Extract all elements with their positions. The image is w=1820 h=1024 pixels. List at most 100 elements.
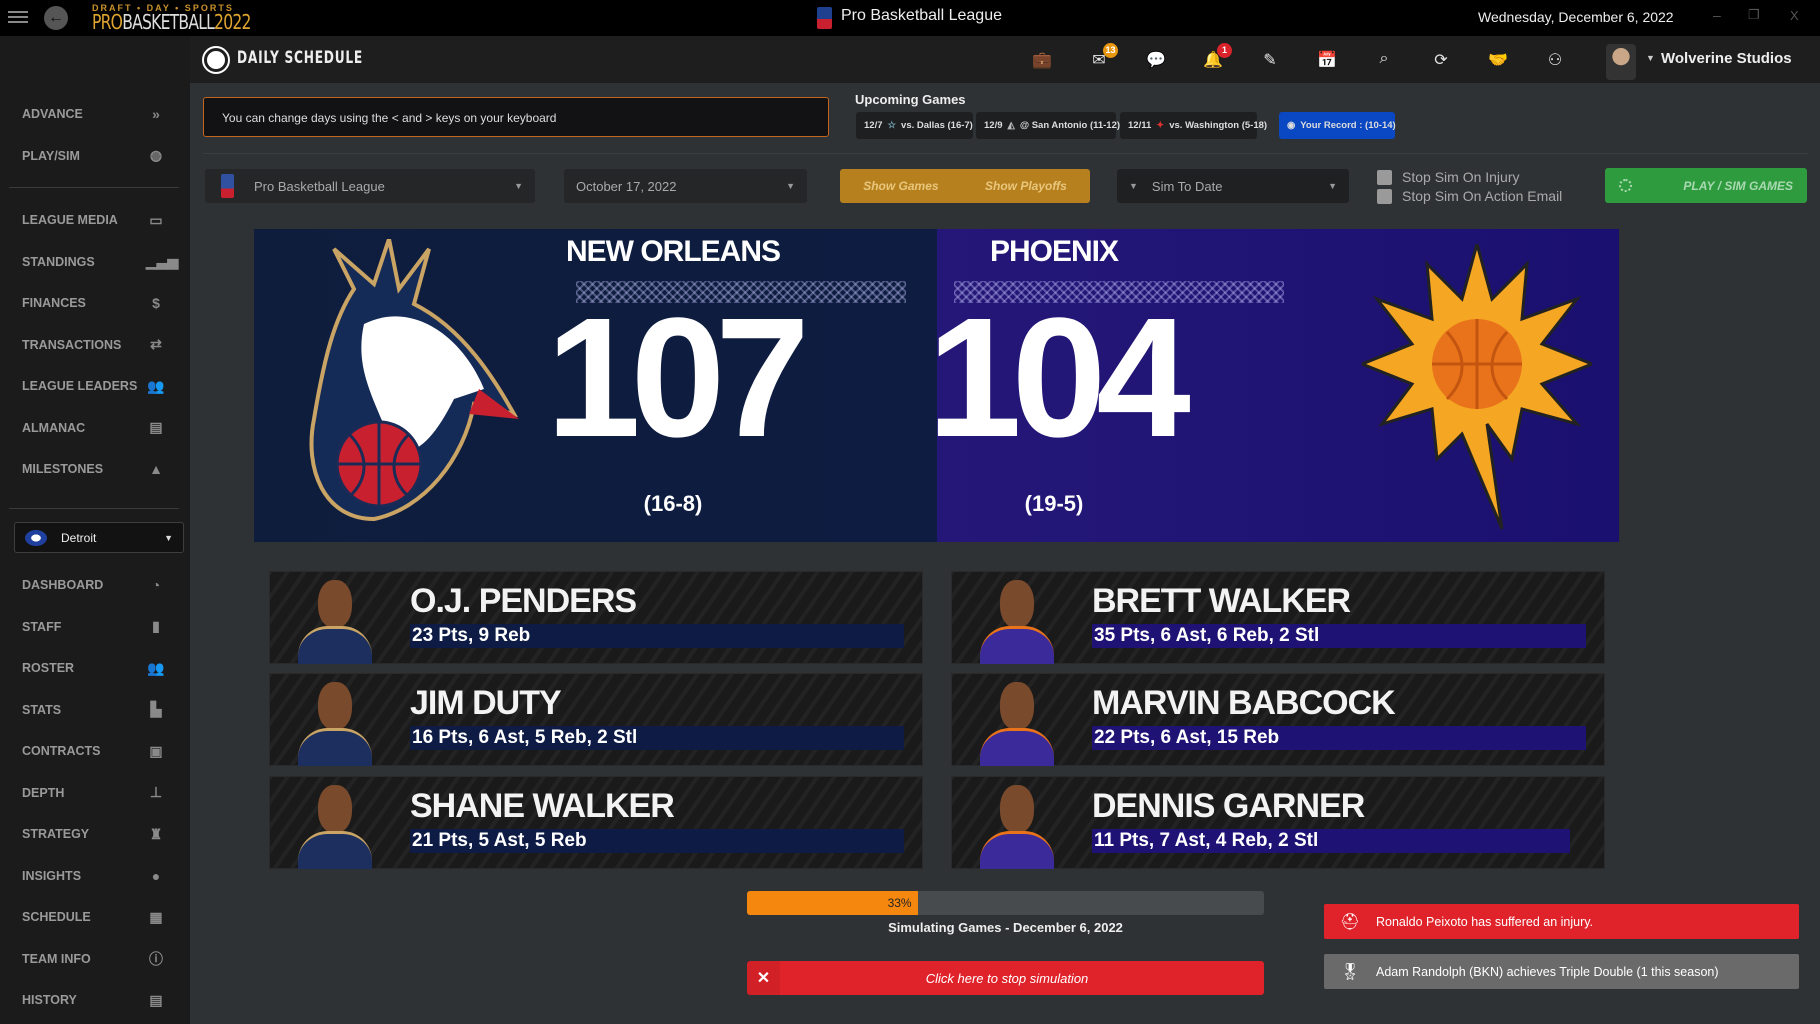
close-button[interactable]: X [1790,8,1799,23]
away-player-card[interactable]: DENNIS GARNER 11 Pts, 7 Ast, 4 Reb, 2 Stl [951,776,1605,869]
sidebar-item-transactions[interactable]: TRANSACTIONS ⇄ [0,325,190,365]
user-name[interactable]: Wolverine Studios [1661,50,1792,67]
sidebar-item-league-leaders[interactable]: LEAGUE LEADERS 👥 [0,366,190,406]
notifications-button[interactable]: 🔔 1 [1202,43,1232,72]
sidebar-item-schedule[interactable]: SCHEDULE ▦ [0,897,190,937]
window-title: Pro Basketball League [841,7,1002,24]
sidebar-item-standings[interactable]: STANDINGS ▁▃▅ [0,242,190,282]
washington-logo-icon: ✦ [1156,120,1165,131]
sidebar-item-icon: ▦ [149,908,163,925]
stop-on-injury-option[interactable]: Stop Sim On Injury [1377,169,1520,185]
sidebar-item-icon: ▣ [149,742,163,759]
sidebar-item-insights[interactable]: INSIGHTS ● [0,856,190,896]
chevron-down-icon: ▼ [786,181,795,191]
game-opponent: vs. Washington (5-18) [1169,120,1268,131]
stop-simulation-button[interactable]: ✕ Click here to stop simulation [747,961,1264,995]
edit-icon[interactable]: ✎ [1259,50,1281,72]
sidebar-item-team-info[interactable]: TEAM INFO ⓘ [0,939,190,979]
calendar-check-icon[interactable]: 📅 [1316,50,1338,72]
search-icon[interactable]: ⌕ [1373,50,1395,72]
sidebar-item-roster[interactable]: ROSTER 👥 [0,648,190,688]
user-avatar[interactable] [1606,44,1636,80]
detroit-logo-icon [25,529,47,546]
upcoming-game-chip[interactable]: 12/7 ☆ vs. Dallas (16-7) [856,112,973,139]
player-stat-line: 22 Pts, 6 Ast, 15 Reb [1092,726,1586,750]
simulation-status: Simulating Games - December 6, 2022 [888,920,1123,935]
binoculars-icon[interactable]: ⚇ [1544,50,1566,72]
sidebar-item-label: DASHBOARD [22,578,104,592]
league-logo-icon [221,174,234,198]
stop-on-email-checkbox[interactable] [1377,188,1392,204]
back-button[interactable]: ← [44,6,68,30]
sidebar-item-advance[interactable]: ADVANCE » [0,94,190,134]
upcoming-game-chip[interactable]: 12/9 ◭ @ San Antonio (11-12) [976,112,1120,139]
sim-mode-dropdown[interactable]: ▼ Sim To Date ▼ [1117,169,1349,203]
sidebar-item-staff[interactable]: STAFF ▮ [0,607,190,647]
minimize-button[interactable]: – [1713,7,1721,23]
play-sim-games-button[interactable]: PLAY / SIM GAMES [1605,168,1807,203]
stop-on-injury-checkbox[interactable] [1377,169,1392,185]
notification-injury[interactable]: ⛑ Ronaldo Peixoto has suffered an injury… [1324,904,1799,939]
restore-button[interactable]: ❐ [1748,7,1760,23]
sidebar-item-finances[interactable]: FINANCES $ [0,283,190,323]
sidebar-item-label: STATS [22,702,62,717]
sidebar-item-play-sim[interactable]: PLAY/SIM ◍ [0,136,190,176]
home-player-card[interactable]: O.J. PENDERS 23 Pts, 9 Reb [269,571,923,664]
upcoming-game-chip[interactable]: 12/11 ✦ vs. Washington (5-18) [1120,112,1267,139]
away-player-card[interactable]: MARVIN BABCOCK 22 Pts, 6 Ast, 15 Reb [951,673,1605,766]
sidebar-item-label: STAFF [22,619,62,634]
league-dropdown[interactable]: Pro Basketball League ▼ [205,169,535,203]
stop-on-email-label: Stop Sim On Action Email [1402,188,1563,204]
chat-icon[interactable]: 💬 [1145,50,1167,72]
sidebar-item-milestones[interactable]: MILESTONES ▲ [0,449,190,489]
date-dropdown[interactable]: October 17, 2022 ▼ [564,169,807,203]
show-playoffs-button[interactable]: Show Playoffs [985,179,1067,193]
sidebar-item-strategy[interactable]: STRATEGY ♜ [0,814,190,854]
player-name: DENNIS GARNER [1092,787,1365,825]
scoreboard[interactable]: NEW ORLEANS 107 (16-8) PHOENIX 104 (19-5… [254,229,1619,542]
refresh-icon[interactable]: ⟳ [1430,50,1452,72]
sidebar-item-history[interactable]: HISTORY ▤ [0,980,190,1020]
show-games-button[interactable]: Show Games [863,179,938,193]
sidebar-item-label: SCHEDULE [22,910,91,924]
detroit-logo-icon: ◉ [1287,120,1296,131]
home-player-card[interactable]: JIM DUTY 16 Pts, 6 Ast, 5 Reb, 2 Stl [269,673,923,766]
sidebar-item-icon: ▁▃▅ [146,253,179,269]
sidebar-item-icon: 👥 [147,659,165,676]
sidebar-item-icon: ▲ [149,461,163,477]
hamburger-menu-icon[interactable] [8,8,28,26]
handshake-icon[interactable]: 🤝 [1487,50,1509,72]
sidebar-item-stats[interactable]: STATS ▙ [0,690,190,730]
progress-fill: 33% [747,891,918,915]
san-antonio-logo-icon: ◭ [1007,120,1015,131]
show-toggle-group: Show Games Show Playoffs [840,169,1090,203]
team-select[interactable]: Detroit ▼ [14,522,184,553]
stop-simulation-label: Click here to stop simulation [925,970,1089,986]
briefcase-icon[interactable]: 💼 [1031,50,1053,72]
league-dropdown-value: Pro Basketball League [254,178,385,194]
notification-achievement[interactable]: 🎖 Adam Randolph (BKN) achieves Triple Do… [1324,954,1799,989]
sidebar-item-league-media[interactable]: LEAGUE MEDIA ▭ [0,200,190,240]
sidebar-item-label: INSIGHTS [22,868,82,883]
away-record: (19-5) [1024,491,1084,516]
toolbar [190,36,1820,83]
sidebar-item-dashboard[interactable]: DASHBOARD ◔ [0,565,190,605]
mail-badge: 13 [1103,43,1118,58]
sidebar-item-contracts[interactable]: CONTRACTS ▣ [0,731,190,771]
sidebar-item-almanac[interactable]: ALMANAC ▤ [0,408,190,448]
logo-year: 2022 [214,10,251,34]
mail-button[interactable]: ✉ 13 [1088,43,1118,72]
home-player-card[interactable]: SHANE WALKER 21 Pts, 5 Ast, 5 Reb [269,776,923,869]
sidebar-item-icon: ▙ [150,701,162,717]
sidebar-item-label: FINANCES [22,296,86,310]
player-portrait [980,580,1054,664]
stop-on-email-option[interactable]: Stop Sim On Action Email [1377,188,1562,204]
user-menu-caret-icon[interactable]: ▼ [1646,53,1655,63]
sidebar-item-depth[interactable]: DEPTH ⊥ [0,773,190,813]
away-player-card[interactable]: BRETT WALKER 35 Pts, 6 Ast, 6 Reb, 2 Stl [951,571,1605,664]
home-team-panel: NEW ORLEANS 107 (16-8) [254,229,937,542]
player-portrait [298,580,372,664]
sidebar-item-label: TEAM INFO [22,951,91,966]
dallas-logo-icon: ☆ [887,120,897,131]
player-portrait [298,785,372,869]
